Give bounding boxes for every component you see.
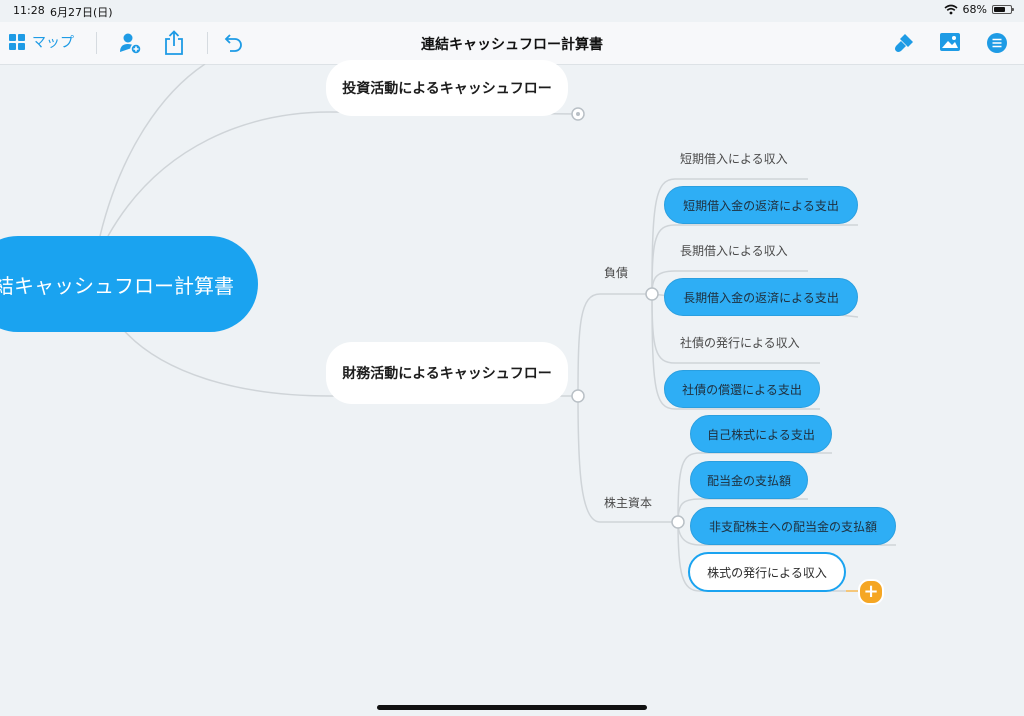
- topic-item[interactable]: 短期借入金の返済による支出: [664, 186, 858, 224]
- outline-button[interactable]: [986, 32, 1008, 54]
- toolbar: マップ 連結キャッシュフロー計算書: [0, 22, 1024, 65]
- topic-liabilities[interactable]: 負債: [604, 264, 628, 281]
- topic-item[interactable]: 短期借入による収入: [680, 148, 788, 168]
- root-topic[interactable]: 結キャッシュフロー計算書: [0, 236, 258, 332]
- image-icon: [940, 33, 960, 51]
- status-date: 6月27日(日): [50, 6, 113, 19]
- plus-icon: +: [863, 581, 879, 602]
- battery-percent: 68%: [962, 3, 987, 16]
- topic-equity[interactable]: 株主資本: [604, 494, 652, 511]
- list-icon: [987, 33, 1007, 53]
- topic-item-selected[interactable]: 株式の発行による収入: [688, 552, 846, 592]
- style-button[interactable]: [892, 31, 916, 55]
- status-right: 68%: [944, 3, 1014, 16]
- add-topic-button[interactable]: +: [858, 579, 884, 605]
- home-indicator: [377, 705, 647, 710]
- topic-item[interactable]: 長期借入による収入: [680, 240, 788, 260]
- topic-investing[interactable]: 投資活動によるキャッシュフロー: [326, 60, 568, 116]
- battery-icon: [992, 5, 1014, 14]
- topic-item[interactable]: 配当金の支払額: [690, 461, 808, 499]
- status-time: 11:28: [13, 4, 45, 17]
- topic-item[interactable]: 社債の発行による収入: [680, 332, 800, 352]
- topic-financing[interactable]: 財務活動によるキャッシュフロー: [326, 342, 568, 404]
- topic-item[interactable]: 社債の償還による支出: [664, 370, 820, 408]
- mindmap-canvas[interactable]: 結キャッシュフロー計算書 投資活動によるキャッシュフロー 財務活動によるキャッシ…: [0, 60, 1024, 716]
- paint-brush-icon: [895, 34, 913, 52]
- wifi-icon: [944, 4, 958, 15]
- topic-item[interactable]: 長期借入金の返済による支出: [664, 278, 858, 316]
- document-title: 連結キャッシュフロー計算書: [421, 37, 603, 53]
- status-bar: 11:28 6月27日(日) 68%: [0, 0, 1024, 22]
- topic-item[interactable]: 自己株式による支出: [690, 415, 832, 453]
- topic-item[interactable]: 非支配株主への配当金の支払額: [690, 507, 896, 545]
- insert-image-button[interactable]: [939, 32, 961, 52]
